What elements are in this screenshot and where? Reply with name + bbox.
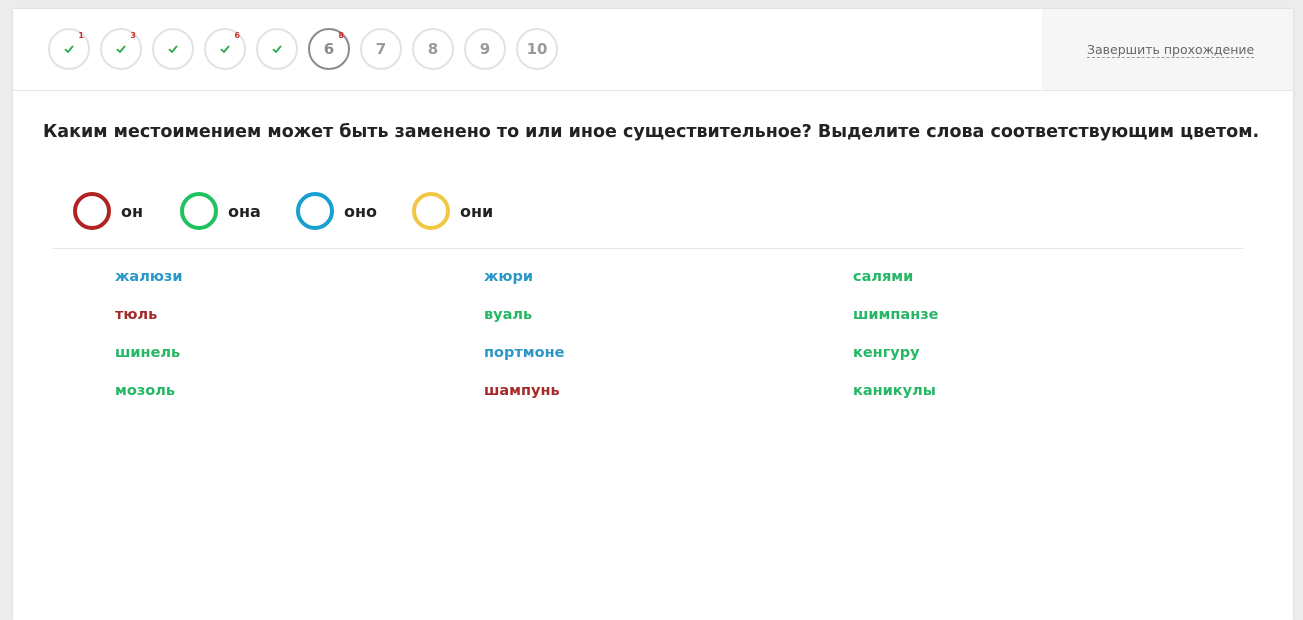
step-badge: 3 bbox=[130, 31, 136, 40]
step-10[interactable]: 10 bbox=[516, 28, 558, 70]
step-number: 8 bbox=[427, 40, 439, 58]
blue-circle-icon bbox=[296, 192, 334, 230]
legend-label: она bbox=[228, 201, 261, 221]
step-number: 10 bbox=[526, 40, 548, 58]
legend-option-ona[interactable]: она bbox=[180, 192, 261, 230]
step-9[interactable]: 9 bbox=[464, 28, 506, 70]
step-number: 9 bbox=[479, 40, 491, 58]
finish-panel: Завершить прохождение bbox=[1042, 9, 1293, 90]
checkmark-icon bbox=[116, 44, 126, 54]
word-item[interactable]: вуаль bbox=[484, 307, 532, 323]
checkmark-icon bbox=[64, 44, 74, 54]
step-1[interactable]: 1 bbox=[48, 28, 90, 70]
finish-test-link[interactable]: Завершить прохождение bbox=[1087, 42, 1255, 58]
checkmark-icon bbox=[168, 44, 178, 54]
green-circle-icon bbox=[180, 192, 218, 230]
step-number: 7 bbox=[375, 40, 387, 58]
legend-label: он bbox=[121, 201, 144, 221]
step-3[interactable] bbox=[152, 28, 194, 70]
word-item[interactable]: шимпанзе bbox=[853, 307, 939, 323]
word-item[interactable]: тюль bbox=[115, 307, 157, 323]
word-item[interactable]: кенгуру bbox=[853, 345, 920, 361]
step-badge: 1 bbox=[78, 31, 84, 40]
word-item[interactable]: каникулы bbox=[853, 383, 936, 399]
legend-option-on[interactable]: он bbox=[73, 192, 143, 230]
legend-label: оно bbox=[344, 201, 378, 221]
legend-label: они bbox=[460, 201, 494, 221]
divider bbox=[53, 248, 1243, 249]
yellow-circle-icon bbox=[412, 192, 450, 230]
legend-option-ono[interactable]: оно bbox=[296, 192, 377, 230]
step-badge: 8 bbox=[338, 31, 344, 40]
word-item[interactable]: салями bbox=[853, 269, 913, 285]
step-6-current[interactable]: 6 8 bbox=[308, 28, 350, 70]
legend-option-oni[interactable]: они bbox=[412, 192, 493, 230]
step-4[interactable]: 6 bbox=[204, 28, 246, 70]
step-8[interactable]: 8 bbox=[412, 28, 454, 70]
quiz-card: 1 3 6 6 8 7 8 9 10 Завершить прохождение… bbox=[13, 9, 1293, 620]
step-2[interactable]: 3 bbox=[100, 28, 142, 70]
checkmark-icon bbox=[220, 44, 230, 54]
question-text: Каким местоимением может быть заменено т… bbox=[43, 122, 1260, 142]
checkmark-icon bbox=[272, 44, 282, 54]
step-7[interactable]: 7 bbox=[360, 28, 402, 70]
word-item[interactable]: шинель bbox=[115, 345, 180, 361]
quiz-navigation-bar: 1 3 6 6 8 7 8 9 10 Завершить прохождение bbox=[13, 9, 1293, 91]
word-item[interactable]: жюри bbox=[484, 269, 533, 285]
word-item[interactable]: портмоне bbox=[484, 345, 564, 361]
step-number: 6 bbox=[323, 40, 335, 58]
step-5[interactable] bbox=[256, 28, 298, 70]
red-circle-icon bbox=[73, 192, 111, 230]
word-item[interactable]: мозоль bbox=[115, 383, 175, 399]
word-item[interactable]: шампунь bbox=[484, 383, 560, 399]
step-badge: 6 bbox=[234, 31, 240, 40]
word-item[interactable]: жалюзи bbox=[115, 269, 183, 285]
